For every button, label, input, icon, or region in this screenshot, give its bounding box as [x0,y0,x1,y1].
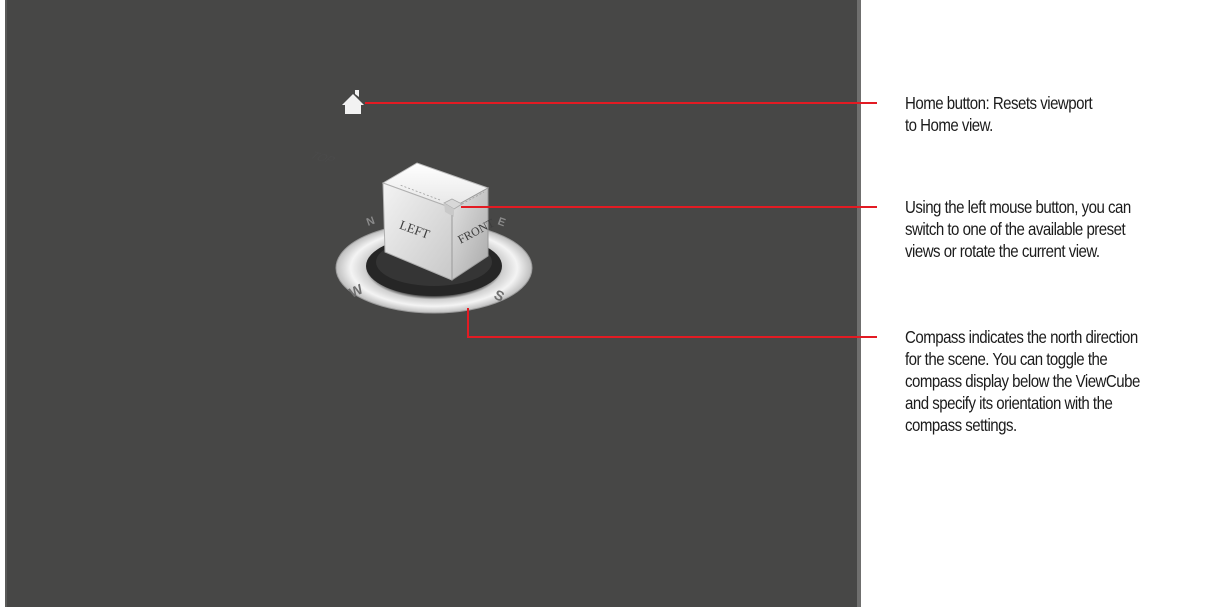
cube-callout-text: Using the left mouse button, you can swi… [905,197,1131,261]
home-button[interactable] [338,88,368,118]
home-callout-text: Home button: Resets viewport to Home vie… [905,93,1093,135]
compass-callout-text: Compass indicates the north direction fo… [905,327,1140,435]
viewcube-top-label[interactable]: TOP [307,149,339,166]
compass-hit-area[interactable] [335,222,535,314]
